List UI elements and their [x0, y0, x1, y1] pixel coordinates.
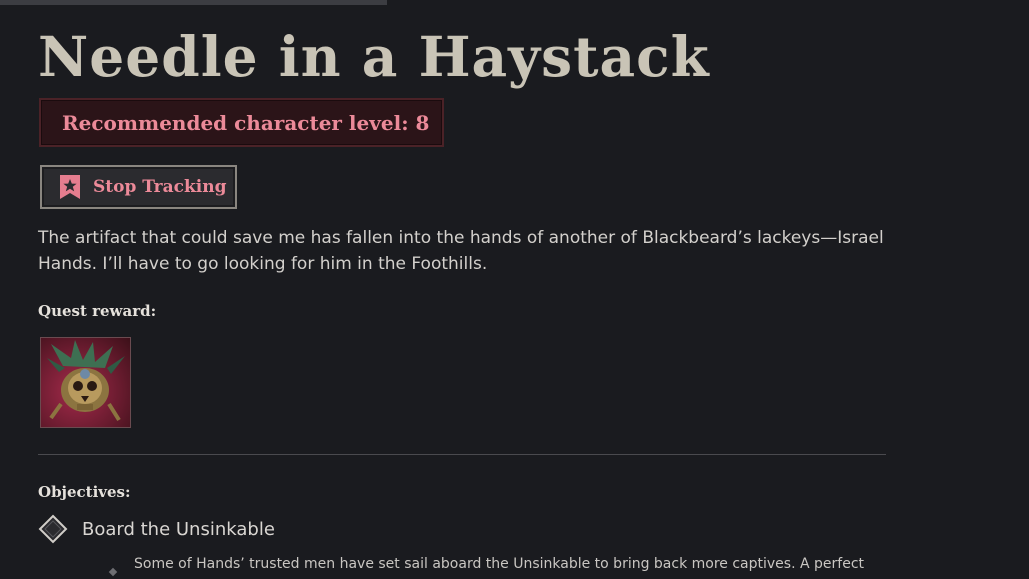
objectives-heading: Objectives:: [38, 483, 131, 501]
objective-label: Board the Unsinkable: [82, 518, 275, 540]
quest-reward-item[interactable]: [40, 337, 131, 428]
bookmark-star-icon: [60, 175, 80, 199]
quest-reward-heading: Quest reward:: [38, 302, 157, 320]
stop-tracking-label: Stop Tracking: [93, 177, 227, 197]
recommended-level-badge: Recommended character level: 8: [39, 98, 444, 147]
quest-description: The artifact that could save me has fall…: [38, 228, 884, 274]
top-progress-bar: [0, 0, 387, 5]
ornate-skull-relic-icon: [47, 340, 125, 422]
recommended-level-text: Recommended character level: 8: [62, 110, 430, 135]
objective-item[interactable]: Board the Unsinkable: [38, 514, 275, 544]
bullet-diamond-icon: [108, 567, 118, 577]
section-divider: [38, 454, 886, 455]
stop-tracking-button[interactable]: Stop Tracking: [40, 165, 237, 209]
objective-description: Some of Hands’ trusted men have set sail…: [134, 556, 865, 572]
objective-diamond-icon: [38, 514, 68, 544]
quest-title: Needle in a Haystack: [38, 24, 710, 89]
